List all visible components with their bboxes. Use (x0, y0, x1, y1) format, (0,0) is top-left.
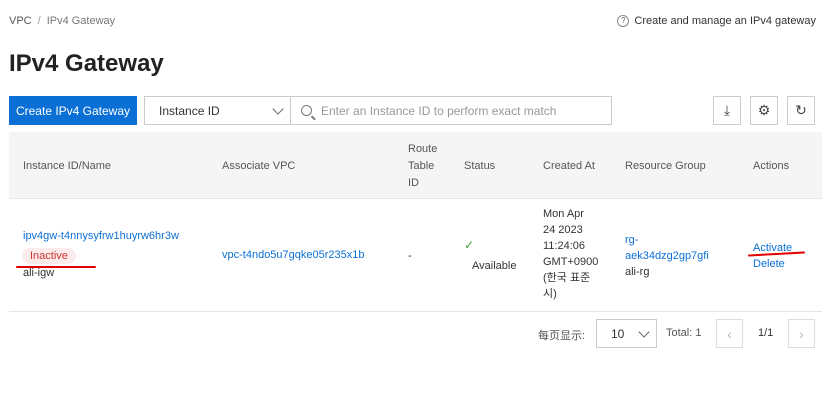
resource-group-name: ali-rg (625, 266, 650, 278)
page-size-value: 10 (611, 326, 625, 341)
chevron-left-icon: ‹ (727, 325, 732, 342)
vpc-link[interactable]: vpc-t4ndo5u7gqke05r235x1b (222, 247, 365, 263)
help-text: Create and manage an IPv4 gateway (634, 15, 816, 27)
cell-instance: ipv4gw-t4nnysyfrw1huyrw6hr3w Inactive al… (22, 228, 179, 281)
table-row: ipv4gw-t4nnysyfrw1huyrw6hr3w Inactive al… (9, 199, 822, 312)
cell-status: ✓ Available (464, 237, 516, 274)
cell-resource-group: rg- aek34dzg2gp7gfi ali-rg (625, 232, 709, 280)
download-icon: ⤓ (723, 102, 731, 118)
search-input[interactable] (321, 103, 601, 118)
chevron-right-icon: › (799, 325, 804, 342)
chevron-down-icon (638, 325, 650, 338)
create-ipv4-gateway-button[interactable]: Create IPv4 Gateway (9, 96, 137, 125)
search-icon (301, 105, 312, 116)
help-icon: ? (617, 15, 630, 27)
annotation-underline (16, 266, 96, 268)
settings-button[interactable]: ⚙ (750, 96, 778, 125)
created-line-1: Mon Apr (543, 208, 584, 220)
filter-select-value: Instance ID (159, 103, 220, 118)
download-button[interactable]: ⤓ (713, 96, 741, 125)
created-line-6: 시) (543, 288, 557, 300)
page-info: 1/1 (758, 327, 774, 339)
help-link[interactable]: ? Create and manage an IPv4 gateway (617, 15, 816, 27)
header-route-line2: Table (408, 160, 435, 172)
chevron-down-icon (272, 102, 284, 115)
refresh-icon: ↻ (795, 102, 807, 118)
total-count: Total: 1 (666, 327, 702, 339)
resource-group-id-line1: rg- (625, 234, 639, 246)
page-title: IPv4 Gateway (9, 50, 164, 77)
check-icon: ✓ (464, 238, 475, 252)
cell-actions: Activate Delete (753, 240, 792, 272)
next-page-button[interactable]: › (788, 319, 815, 348)
header-route-line3: ID (408, 177, 419, 189)
page-size-label: 每页显示: (538, 330, 586, 342)
header-resource-group: Resource Group (625, 160, 706, 172)
header-created: Created At (543, 160, 595, 172)
created-line-2: 24 2023 (543, 224, 583, 236)
header-vpc: Associate VPC (222, 160, 296, 172)
cell-created-at: Mon Apr 24 2023 11:24:06 GMT+0900 (한국 표준… (543, 206, 598, 302)
delete-link[interactable]: Delete (753, 256, 792, 272)
prev-page-button[interactable]: ‹ (716, 319, 743, 348)
created-line-4: GMT+0900 (543, 256, 599, 268)
filter-select[interactable]: Instance ID (144, 96, 291, 125)
table-header: Instance ID/Name Associate VPC Route Tab… (9, 132, 822, 199)
resource-group-link[interactable]: rg- aek34dzg2gp7gfi (625, 232, 709, 264)
header-route-table: Route Table ID (408, 141, 437, 192)
search-box (290, 96, 612, 125)
breadcrumb-separator: / (37, 15, 41, 27)
breadcrumb: VPC / IPv4 Gateway (9, 15, 115, 27)
header-route-line1: Route (408, 143, 438, 155)
route-table-value: - (408, 250, 412, 262)
created-line-5: (한국 표준 (543, 272, 591, 284)
breadcrumb-vpc[interactable]: VPC (9, 15, 32, 27)
page-size-select[interactable]: 10 (596, 319, 657, 348)
header-actions: Actions (753, 160, 790, 172)
status-text: Available (472, 260, 517, 272)
pagination: 每页显示: 10 Total: 1 ‹ 1/1 › (0, 319, 836, 349)
inactive-badge: Inactive (22, 248, 76, 264)
gateway-table: Instance ID/Name Associate VPC Route Tab… (9, 132, 822, 312)
created-line-3: 11:24:06 (543, 240, 586, 252)
header-instance: Instance ID/Name (23, 160, 112, 172)
resource-group-id-line2: aek34dzg2gp7gfi (625, 250, 709, 262)
header-status: Status (464, 160, 496, 172)
gear-icon: ⚙ (757, 102, 771, 118)
breadcrumb-current: IPv4 Gateway (46, 15, 116, 27)
instance-id-link[interactable]: ipv4gw-t4nnysyfrw1huyrw6hr3w (23, 228, 179, 244)
refresh-button[interactable]: ↻ (787, 96, 815, 125)
